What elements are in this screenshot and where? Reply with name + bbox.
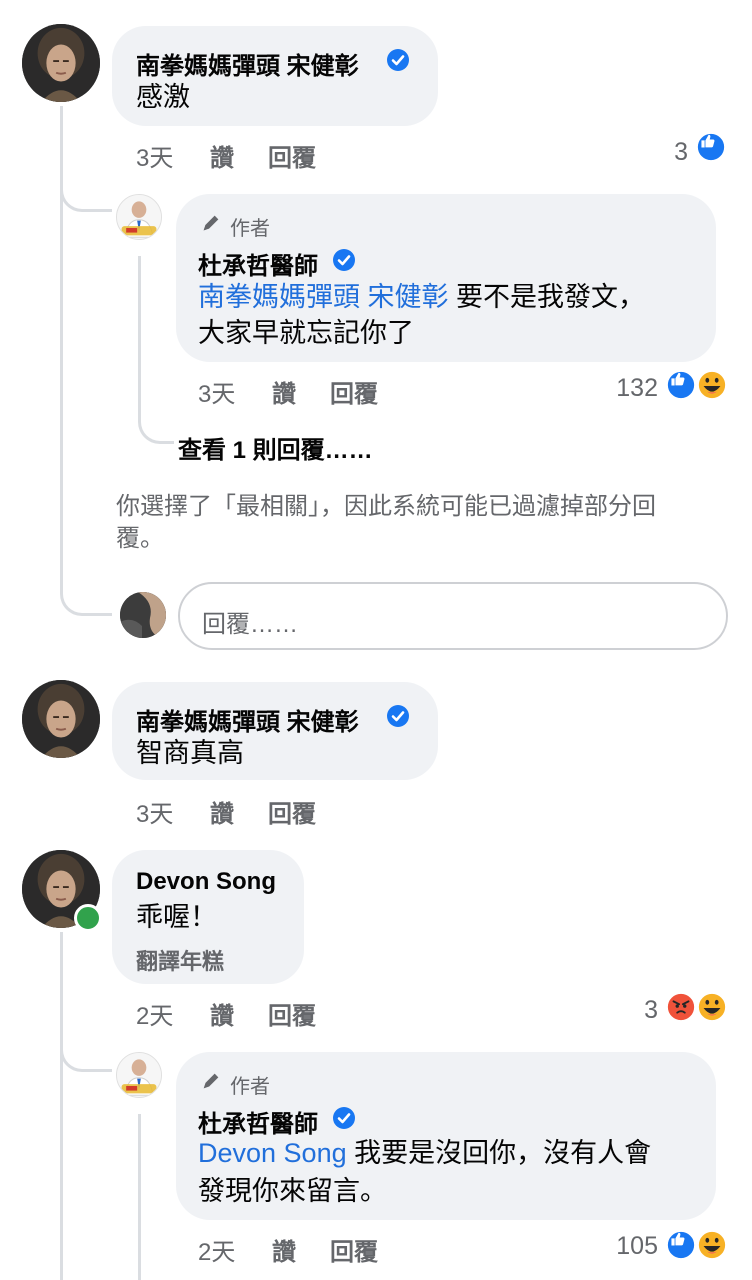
comment-time[interactable]: 2天 xyxy=(136,996,173,1031)
author-tag: 作者 xyxy=(230,1076,270,1098)
verified-badge-icon xyxy=(386,704,410,728)
comment-author[interactable]: Devon Song xyxy=(136,868,276,896)
reaction-count[interactable]: 3 xyxy=(674,138,688,167)
avatar[interactable] xyxy=(22,680,100,758)
comment-text: 智商真高 xyxy=(136,738,244,768)
like-button[interactable]: 讚 xyxy=(210,996,234,1031)
comment-text: 感激 xyxy=(136,82,190,112)
reply-button[interactable]: 回覆 xyxy=(268,794,316,829)
comment-bubble: Devon Song 乖喔！ 翻譯年糕 xyxy=(112,850,304,984)
avatar[interactable] xyxy=(116,1052,162,1098)
haha-icon[interactable] xyxy=(697,370,727,400)
like-button[interactable]: 讚 xyxy=(272,1232,296,1267)
comment-time[interactable]: 2天 xyxy=(198,1232,235,1267)
avatar xyxy=(120,592,166,638)
reply-button[interactable]: 回覆 xyxy=(268,138,316,173)
like-icon[interactable] xyxy=(696,132,726,162)
pencil-icon xyxy=(203,1073,219,1089)
author-tag: 作者 xyxy=(230,218,270,240)
reaction-count[interactable]: 105 xyxy=(616,1232,658,1261)
comment-text: 乖喔！ xyxy=(136,902,217,932)
reply-input[interactable]: 回覆…… xyxy=(178,582,728,650)
comment-bubble: 南拳媽媽彈頭 宋健彰 智商真高 xyxy=(112,682,438,780)
comment-text: Devon Song 我要是沒回你，沒有人會 xyxy=(198,1138,652,1168)
thread-line xyxy=(60,932,63,1280)
haha-icon[interactable] xyxy=(697,1230,727,1260)
comment-bubble: 南拳媽媽彈頭 宋健彰 感激 xyxy=(112,26,438,126)
reaction-count[interactable]: 132 xyxy=(616,374,658,403)
verified-badge-icon xyxy=(332,1106,356,1130)
avatar[interactable] xyxy=(116,194,162,240)
filter-note: 你選擇了「最相關」，因此系統可能已過濾掉部分回 xyxy=(116,493,656,520)
view-more-replies[interactable]: 查看 1 則回覆…… xyxy=(178,430,373,465)
comment-author[interactable]: 南拳媽媽彈頭 宋健彰 xyxy=(136,702,359,737)
like-button[interactable]: 讚 xyxy=(272,374,296,409)
comment-bubble: 作者 杜承哲醫師 Devon Song 我要是沒回你，沒有人會 發現你來留言。 xyxy=(176,1052,716,1220)
reply-button[interactable]: 回覆 xyxy=(330,374,378,409)
comment-time[interactable]: 3天 xyxy=(136,794,173,829)
comment-text: 南拳媽媽彈頭 宋健彰 要不是我發文， xyxy=(198,282,646,312)
comment-author[interactable]: 杜承哲醫師 xyxy=(198,246,318,281)
reply-placeholder: 回覆…… xyxy=(202,611,298,638)
mention-link[interactable]: 南拳媽媽彈頭 宋健彰 xyxy=(198,282,449,312)
thread-line xyxy=(138,256,141,416)
thread-line xyxy=(138,1114,141,1280)
pencil-icon xyxy=(203,215,219,231)
like-button[interactable]: 讚 xyxy=(210,794,234,829)
comment-time[interactable]: 3天 xyxy=(136,138,173,173)
thread-connector xyxy=(60,1040,112,1072)
reaction-count[interactable]: 3 xyxy=(644,996,658,1025)
comment-time[interactable]: 3天 xyxy=(198,374,235,409)
like-button[interactable]: 讚 xyxy=(210,138,234,173)
comment-author[interactable]: 南拳媽媽彈頭 宋健彰 xyxy=(136,46,359,81)
comment-bubble: 作者 杜承哲醫師 南拳媽媽彈頭 宋健彰 要不是我發文， 大家早就忘記你了 xyxy=(176,194,716,362)
haha-icon[interactable] xyxy=(697,992,727,1022)
angry-icon[interactable] xyxy=(666,992,696,1022)
filter-note: 覆。 xyxy=(116,525,164,552)
avatar[interactable] xyxy=(22,24,100,102)
online-status-indicator xyxy=(74,904,102,932)
mention-link[interactable]: Devon Song xyxy=(198,1138,347,1168)
like-icon[interactable] xyxy=(666,1230,696,1260)
like-icon[interactable] xyxy=(666,370,696,400)
comment-text: 大家早就忘記你了 xyxy=(198,318,414,348)
translate-link[interactable]: 翻譯年糕 xyxy=(136,944,224,976)
reply-button[interactable]: 回覆 xyxy=(330,1232,378,1267)
thread-connector xyxy=(60,206,112,616)
comment-text: 發現你來留言。 xyxy=(198,1176,387,1206)
verified-badge-icon xyxy=(332,248,356,272)
reply-button[interactable]: 回覆 xyxy=(268,996,316,1031)
verified-badge-icon xyxy=(386,48,410,72)
thread-connector xyxy=(138,412,174,444)
